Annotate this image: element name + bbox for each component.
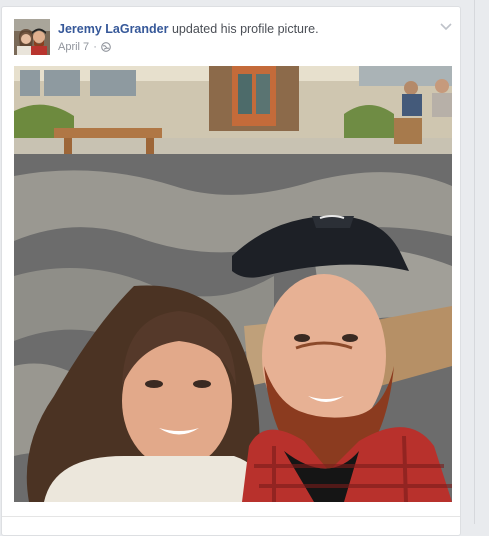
window-edge <box>474 0 475 524</box>
post-meta: April 7 · <box>58 41 111 53</box>
post-header: Jeremy LaGrander updated his profile pic… <box>58 22 319 36</box>
post-date-link[interactable]: April 7 <box>58 41 89 53</box>
news-feed-post: Jeremy LaGrander updated his profile pic… <box>1 6 461 536</box>
author-name-link[interactable]: Jeremy LaGrander <box>58 22 168 36</box>
post-footer-divider <box>2 516 460 517</box>
author-avatar[interactable] <box>14 19 50 55</box>
profile-picture-photo[interactable] <box>14 66 452 502</box>
chevron-down-icon[interactable] <box>439 20 453 32</box>
post-action-text: updated his profile picture. <box>168 22 319 36</box>
meta-separator: · <box>93 41 97 53</box>
globe-icon[interactable] <box>101 42 111 52</box>
selfie-photo-illustration <box>14 66 452 502</box>
